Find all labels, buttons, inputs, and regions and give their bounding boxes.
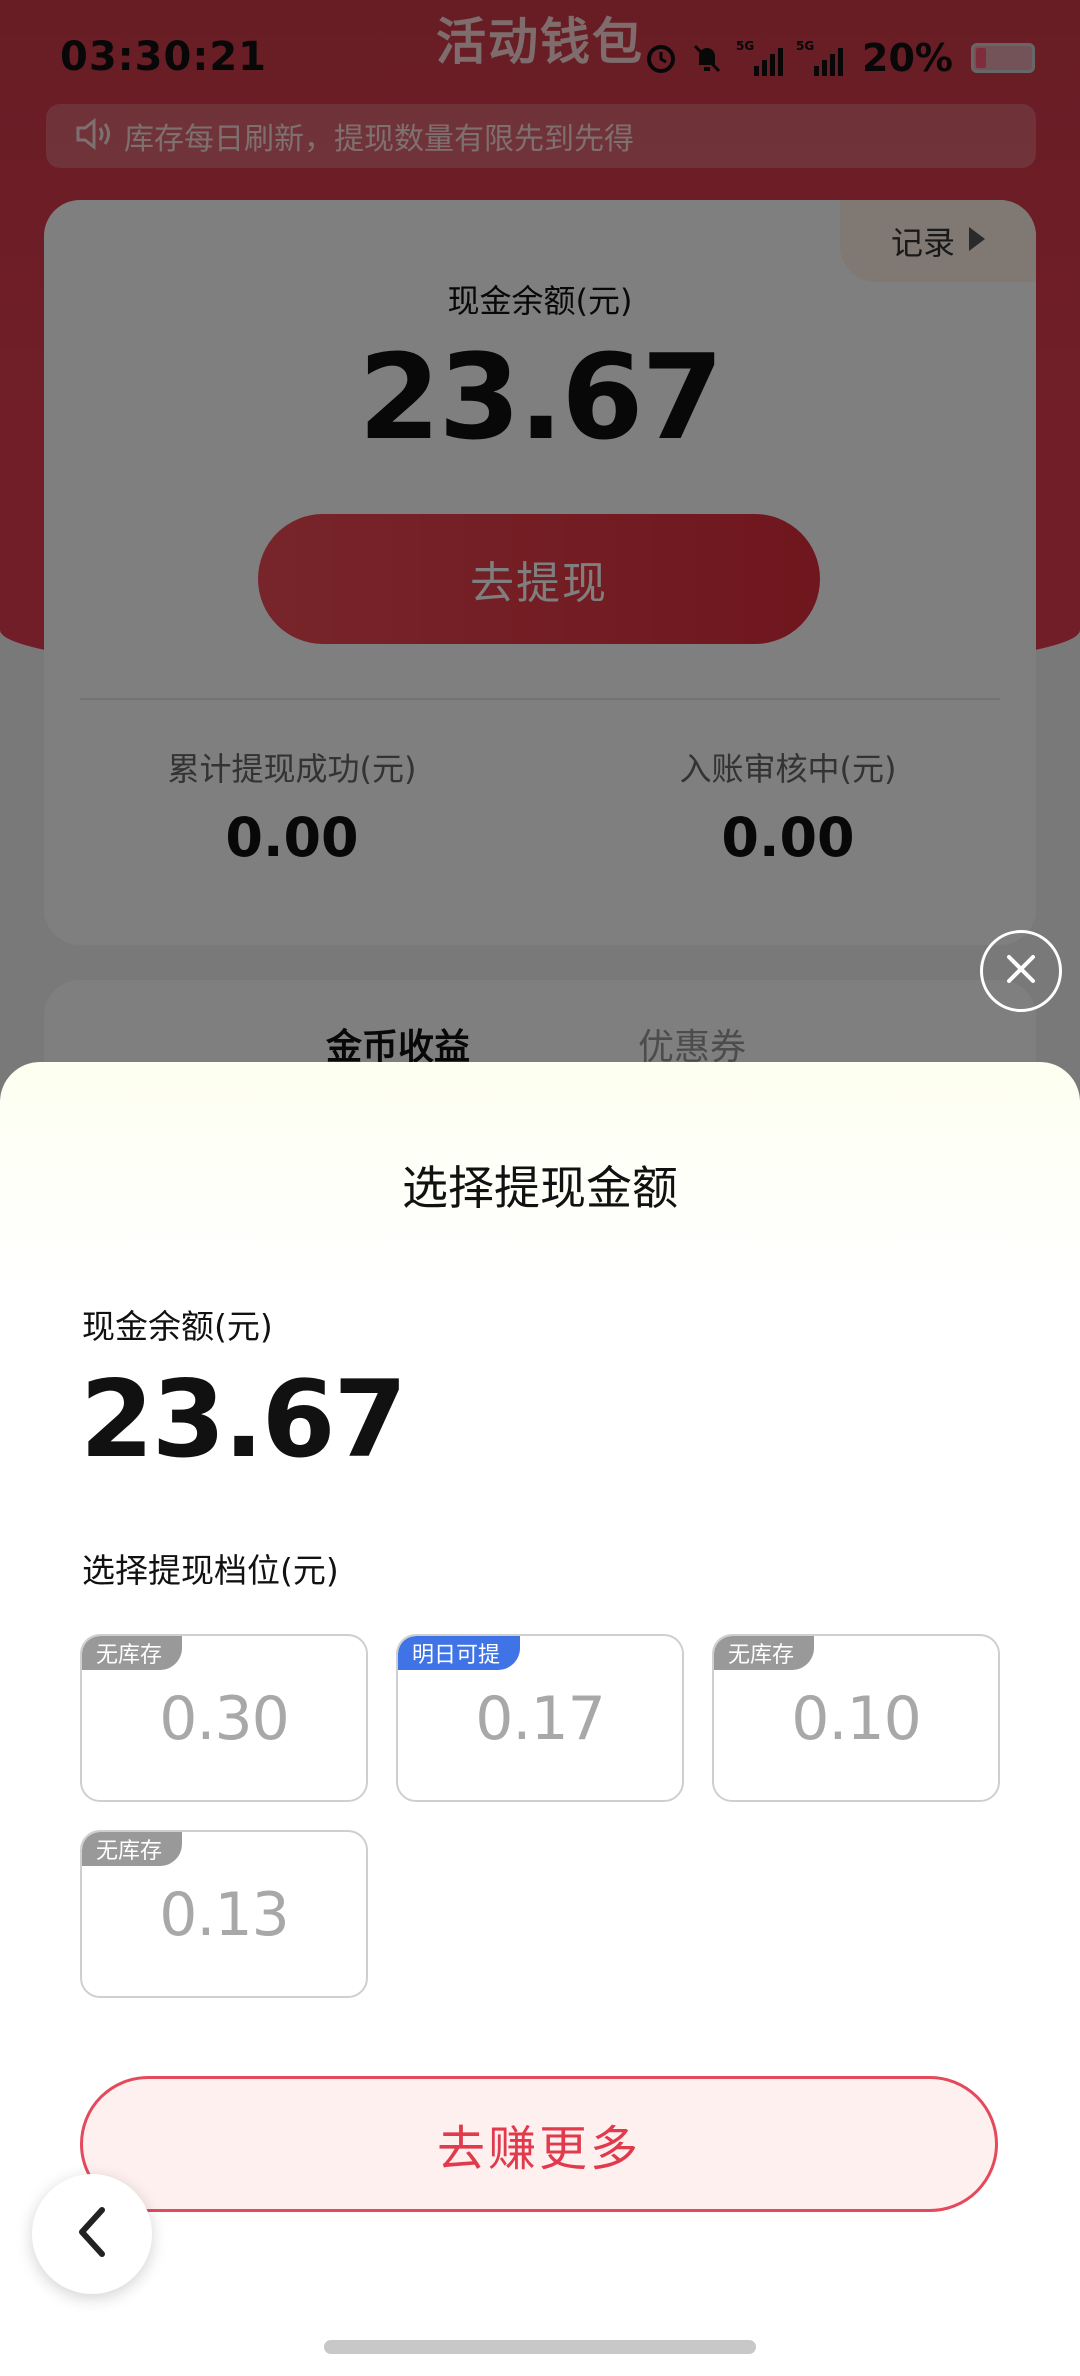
tier-option[interactable]: 无库存 0.10 <box>712 1634 1000 1802</box>
tier-value: 0.17 <box>475 1684 606 1754</box>
tier-value: 0.13 <box>159 1880 290 1950</box>
withdraw-amount-sheet: 选择提现金额 现金余额(元) 23.67 选择提现档位(元) 无库存 0.30 … <box>0 1062 1080 2376</box>
tier-option[interactable]: 明日可提 0.17 <box>396 1634 684 1802</box>
earn-more-button[interactable]: 去赚更多 <box>80 2076 998 2212</box>
tier-badge: 无库存 <box>714 1636 815 1670</box>
sheet-balance-value: 23.67 <box>80 1358 407 1481</box>
tier-value: 0.30 <box>159 1684 290 1754</box>
tier-option[interactable]: 无库存 0.30 <box>80 1634 368 1802</box>
tier-badge: 无库存 <box>82 1832 183 1866</box>
home-indicator[interactable] <box>324 2340 756 2354</box>
chevron-left-icon <box>72 2204 112 2264</box>
tier-section-label: 选择提现档位(元) <box>82 1551 339 1590</box>
sheet-balance-label: 现金余额(元) <box>82 1307 273 1346</box>
modal-overlay[interactable] <box>0 0 1080 1100</box>
close-icon <box>1001 949 1041 993</box>
back-button[interactable] <box>32 2174 152 2294</box>
close-button[interactable] <box>980 930 1062 1012</box>
tier-badge: 明日可提 <box>398 1636 521 1670</box>
tier-badge: 无库存 <box>82 1636 183 1670</box>
screen: 活动钱包 03:30:21 5G 5G 20% <box>0 0 1080 2376</box>
tier-option[interactable]: 无库存 0.13 <box>80 1830 368 1998</box>
sheet-title: 选择提现金额 <box>402 1161 678 1215</box>
tier-value: 0.10 <box>791 1684 922 1754</box>
